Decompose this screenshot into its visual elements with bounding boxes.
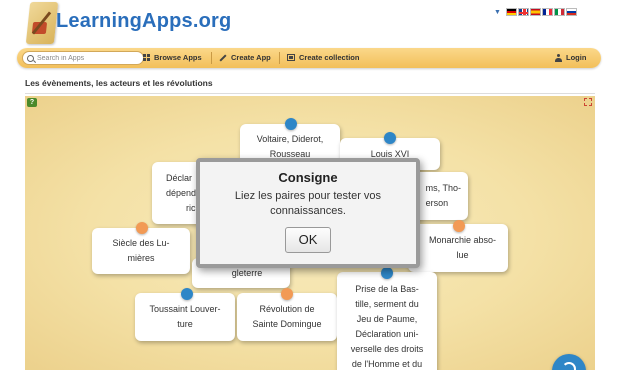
logo-text[interactable]: LearningApps.org — [56, 10, 231, 33]
connector-dot[interactable] — [381, 267, 393, 279]
connector-dot[interactable] — [136, 222, 148, 234]
create-collection-label: Create collection — [299, 53, 360, 62]
flag-de-icon[interactable] — [505, 8, 517, 16]
match-card-toussaint-louverture[interactable]: Toussaint Louver- ture — [135, 293, 235, 341]
help-icon[interactable]: ? — [27, 98, 37, 107]
card-text: erson — [425, 198, 449, 208]
card-text: Déclaration uni- — [355, 329, 419, 339]
nav-divider — [211, 52, 212, 64]
connector-dot[interactable] — [181, 288, 193, 300]
card-text: lue — [456, 250, 469, 260]
card-text: Siècle des Lu- — [112, 238, 170, 248]
match-card-prise-de-la-bastille[interactable]: Prise de la Bas- tille, serment du Jeu d… — [337, 272, 437, 370]
flag-it-icon[interactable] — [553, 8, 565, 16]
match-card-revolution-saint-domingue[interactable]: Révolution de Sainte Domingue — [237, 293, 337, 341]
flag-fr-icon[interactable] — [541, 8, 553, 16]
nav-bar: Browse Apps Create App Create collection… — [17, 48, 601, 68]
browse-apps-label: Browse Apps — [154, 53, 202, 62]
flag-gb-icon[interactable] — [517, 8, 529, 16]
login-button[interactable]: Login — [555, 53, 586, 62]
grid-icon — [143, 54, 150, 61]
card-text: de l'Homme et du — [351, 359, 423, 369]
search-input[interactable] — [37, 54, 137, 62]
login-label: Login — [566, 53, 587, 62]
page-title: Les évènements, les acteurs et les révol… — [25, 78, 213, 88]
card-text: tille, serment du — [355, 299, 419, 309]
chevron-down-icon[interactable]: ▼ — [494, 9, 501, 16]
pencil-icon — [219, 53, 227, 62]
search-box[interactable] — [22, 51, 144, 65]
card-text: Monarchie abso- — [428, 235, 496, 245]
card-text: Prise de la Bas- — [355, 284, 419, 294]
collection-icon — [287, 54, 295, 61]
connector-dot[interactable] — [281, 288, 293, 300]
card-text: Voltaire, Diderot, — [256, 134, 324, 144]
user-icon — [555, 53, 562, 62]
card-text: mières — [127, 253, 155, 263]
create-app-button[interactable]: Create App — [219, 53, 271, 62]
card-text: ric — [186, 202, 196, 213]
card-text: ture — [177, 319, 193, 329]
card-text: Toussaint Louver- — [149, 304, 221, 314]
card-text: verselle des droits — [350, 344, 424, 354]
connector-dot[interactable] — [453, 220, 465, 232]
divider — [25, 93, 595, 94]
browse-apps-button[interactable]: Browse Apps — [143, 53, 202, 62]
card-text: dépend — [166, 187, 197, 198]
page: LearningApps.org ▼ Browse Apps Create Ap… — [0, 0, 620, 370]
flag-ru-icon[interactable] — [565, 8, 577, 16]
card-text: ms, Tho- — [425, 183, 461, 193]
language-selector: ▼ — [494, 8, 577, 16]
connector-dot[interactable] — [384, 132, 396, 144]
instruction-dialog: Consigne Liez les paires pour tester vos… — [196, 158, 420, 268]
fullscreen-icon[interactable] — [584, 98, 592, 106]
card-text: Déclar — [166, 172, 193, 183]
search-icon — [27, 54, 34, 62]
flag-es-icon[interactable] — [529, 8, 541, 16]
card-text: Sainte Domingue — [252, 319, 322, 329]
card-text: Révolution de — [259, 304, 315, 314]
card-text: Jeu de Paume, — [356, 314, 418, 324]
dialog-title: Consigne — [278, 170, 338, 185]
match-card-siecle-des-lumieres[interactable]: Siècle des Lu- mières — [92, 228, 190, 274]
nav-divider — [279, 52, 280, 64]
connector-dot[interactable] — [285, 118, 297, 130]
create-app-label: Create App — [231, 53, 271, 62]
ok-button[interactable]: OK — [285, 227, 331, 253]
logo-icon[interactable] — [25, 2, 59, 44]
dialog-message: Liez les paires pour tester vos connaiss… — [234, 190, 382, 217]
create-collection-button[interactable]: Create collection — [287, 53, 359, 62]
